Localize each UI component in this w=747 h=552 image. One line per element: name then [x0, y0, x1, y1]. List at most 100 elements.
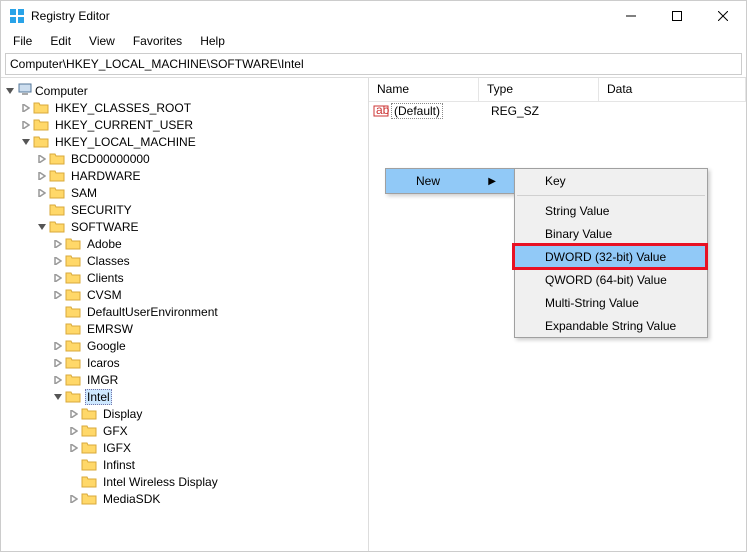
context-item-qword[interactable]: QWORD (64-bit) Value — [515, 268, 707, 291]
chevron-right-icon[interactable] — [51, 257, 65, 265]
tree-node[interactable]: Infinst — [1, 456, 368, 473]
folder-icon — [65, 236, 81, 252]
chevron-right-icon[interactable] — [51, 291, 65, 299]
address-text: Computer\HKEY_LOCAL_MACHINE\SOFTWARE\Int… — [10, 57, 304, 71]
chevron-right-icon[interactable] — [19, 121, 33, 129]
value-name: (Default) — [391, 103, 443, 119]
col-type[interactable]: Type — [479, 78, 599, 101]
tree-node[interactable]: HARDWARE — [1, 167, 368, 184]
chevron-right-icon[interactable] — [35, 189, 49, 197]
tree-label: BCD00000000 — [69, 151, 152, 167]
tree-node[interactable]: Icaros — [1, 354, 368, 371]
tree-node[interactable]: GFX — [1, 422, 368, 439]
string-value-icon: ab — [373, 103, 389, 119]
folder-icon — [49, 202, 65, 218]
tree-node-hklm[interactable]: HKEY_LOCAL_MACHINE — [1, 133, 368, 150]
tree-node[interactable]: IGFX — [1, 439, 368, 456]
tree-node-intel[interactable]: Intel — [1, 388, 368, 405]
context-item-binary[interactable]: Binary Value — [515, 222, 707, 245]
chevron-right-icon[interactable] — [67, 427, 81, 435]
tree-node[interactable]: Classes — [1, 252, 368, 269]
tree-node[interactable]: BCD00000000 — [1, 150, 368, 167]
context-item-expandstring[interactable]: Expandable String Value — [515, 314, 707, 337]
tree-label: SOFTWARE — [69, 219, 141, 235]
chevron-right-icon[interactable] — [51, 240, 65, 248]
context-item-key[interactable]: Key — [515, 169, 707, 192]
tree-node[interactable]: Google — [1, 337, 368, 354]
chevron-right-icon[interactable] — [19, 104, 33, 112]
tree-node[interactable]: DefaultUserEnvironment — [1, 303, 368, 320]
chevron-right-icon[interactable] — [67, 444, 81, 452]
menu-file[interactable]: File — [5, 32, 40, 50]
chevron-right-icon[interactable] — [51, 376, 65, 384]
tree-node[interactable]: EMRSW — [1, 320, 368, 337]
col-name[interactable]: Name — [369, 78, 479, 101]
tree-node[interactable]: IMGR — [1, 371, 368, 388]
menu-help[interactable]: Help — [192, 32, 233, 50]
values-pane[interactable]: Name Type Data ab (Default) REG_SZ New ▶… — [369, 78, 746, 551]
chevron-down-icon[interactable] — [3, 87, 17, 95]
tree-label: Clients — [85, 270, 126, 286]
tree-node-hkcu[interactable]: HKEY_CURRENT_USER — [1, 116, 368, 133]
chevron-right-icon[interactable] — [51, 274, 65, 282]
maximize-button[interactable] — [654, 1, 700, 31]
chevron-right-icon[interactable] — [35, 155, 49, 163]
menu-edit[interactable]: Edit — [42, 32, 79, 50]
titlebar: Registry Editor — [1, 1, 746, 31]
context-item-new[interactable]: New ▶ — [386, 169, 514, 193]
tree-pane[interactable]: Computer HKEY_CLASSES_ROOT HKEY_CURRENT_… — [1, 78, 369, 551]
folder-icon — [65, 270, 81, 286]
context-item-multistring[interactable]: Multi-String Value — [515, 291, 707, 314]
tree-label: Icaros — [85, 355, 122, 371]
tree-label: SECURITY — [69, 202, 134, 218]
tree-node-computer[interactable]: Computer — [1, 82, 368, 99]
chevron-right-icon[interactable] — [67, 495, 81, 503]
folder-icon — [65, 355, 81, 371]
tree-node[interactable]: MediaSDK — [1, 490, 368, 507]
tree-node[interactable]: Display — [1, 405, 368, 422]
folder-icon — [49, 151, 65, 167]
menu-view[interactable]: View — [81, 32, 123, 50]
chevron-right-icon[interactable] — [51, 342, 65, 350]
tree-node-software[interactable]: SOFTWARE — [1, 218, 368, 235]
tree-node[interactable]: Clients — [1, 269, 368, 286]
minimize-button[interactable] — [608, 1, 654, 31]
menu-favorites[interactable]: Favorites — [125, 32, 190, 50]
tree-node-hkcr[interactable]: HKEY_CLASSES_ROOT — [1, 99, 368, 116]
address-bar[interactable]: Computer\HKEY_LOCAL_MACHINE\SOFTWARE\Int… — [5, 53, 742, 75]
col-data[interactable]: Data — [599, 78, 746, 101]
chevron-right-icon[interactable] — [51, 359, 65, 367]
tree-label: GFX — [101, 423, 130, 439]
tree-label: IGFX — [101, 440, 133, 456]
folder-icon — [33, 134, 49, 150]
chevron-right-icon[interactable] — [35, 172, 49, 180]
context-item-string[interactable]: String Value — [515, 199, 707, 222]
list-row-default[interactable]: ab (Default) REG_SZ — [369, 102, 746, 120]
value-type: REG_SZ — [491, 104, 611, 118]
folder-icon — [81, 474, 97, 490]
chevron-down-icon[interactable] — [35, 223, 49, 231]
tree-label: Infinst — [101, 457, 137, 473]
tree-node[interactable]: SECURITY — [1, 201, 368, 218]
context-item-dword[interactable]: DWORD (32-bit) Value — [515, 245, 707, 268]
chevron-right-icon: ▶ — [488, 176, 496, 187]
chevron-right-icon[interactable] — [67, 410, 81, 418]
folder-icon — [49, 185, 65, 201]
folder-icon — [65, 372, 81, 388]
tree-label: EMRSW — [85, 321, 135, 337]
tree-node[interactable]: SAM — [1, 184, 368, 201]
tree-node[interactable]: Intel Wireless Display — [1, 473, 368, 490]
tree-node[interactable]: Adobe — [1, 235, 368, 252]
menubar: File Edit View Favorites Help — [1, 31, 746, 51]
context-label: String Value — [545, 204, 609, 218]
tree-label: Display — [101, 406, 144, 422]
chevron-down-icon[interactable] — [51, 393, 65, 401]
tree-label: HKEY_CURRENT_USER — [53, 117, 195, 133]
tree-node[interactable]: CVSM — [1, 286, 368, 303]
context-label: QWORD (64-bit) Value — [545, 273, 667, 287]
folder-icon — [65, 389, 81, 405]
chevron-down-icon[interactable] — [19, 138, 33, 146]
tree-label: Computer — [33, 83, 90, 99]
close-button[interactable] — [700, 1, 746, 31]
context-label: Key — [545, 174, 566, 188]
